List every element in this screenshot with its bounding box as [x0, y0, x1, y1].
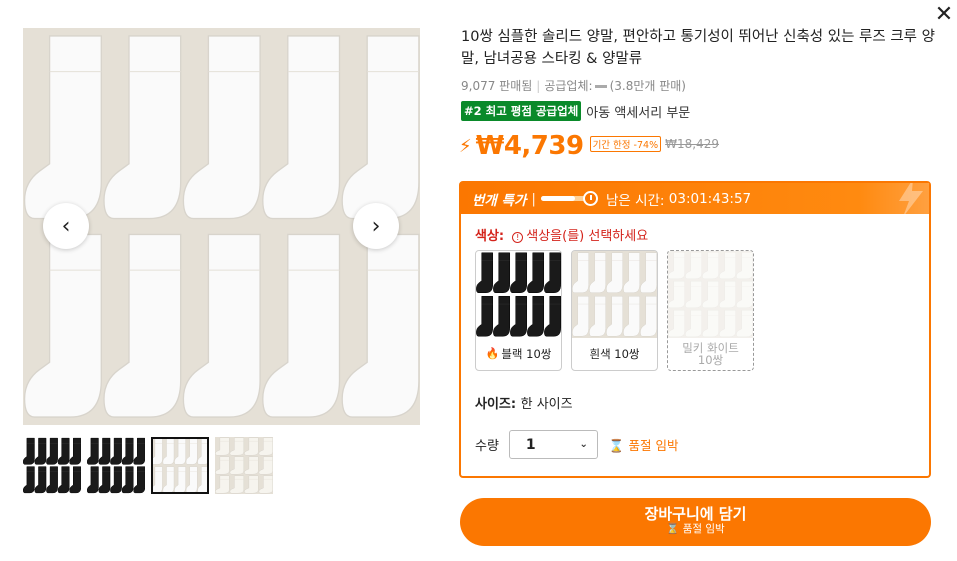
swatch-black[interactable]: 🔥 블랙 10쌍 [475, 250, 562, 371]
color-swatches: 🔥 블랙 10쌍 흰색 10쌍 밀키 화이트 10쌍 [475, 250, 754, 371]
size-row: 사이즈: 한 사이즈 [475, 393, 573, 412]
flash-deal-label: 번개 특가 [472, 192, 527, 209]
chevron-right-icon: › [371, 213, 381, 239]
clock-icon [582, 191, 598, 206]
thumbnail-black-1[interactable] [23, 437, 81, 494]
thumbnail-milky[interactable] [215, 437, 273, 494]
rank-category: 아동 액세서리 부문 [586, 105, 691, 121]
thumbnail-white[interactable] [151, 437, 209, 494]
supplier-name[interactable] [594, 85, 607, 88]
rank-badge: #2 최고 평점 공급업체 [461, 101, 582, 121]
remaining-time: 03:01:43:57 [668, 190, 752, 207]
flash-progress-bar [540, 196, 587, 201]
discount-tag: 기간 한정 -74% [589, 136, 662, 152]
product-title: 10쌍 심플한 솔리드 양말, 편안하고 통기성이 뛰어난 신축성 있는 루즈 … [461, 29, 935, 67]
prev-image-button[interactable]: ‹ [43, 203, 89, 249]
swatch-label-text: 밀키 화이트 10쌍 [682, 341, 739, 367]
swatch-milky-white[interactable]: 밀키 화이트 10쌍 [667, 250, 754, 371]
swatch-label: 밀키 화이트 10쌍 [668, 338, 753, 370]
fire-icon: 🔥 [485, 347, 500, 360]
lightning-deco-icon [899, 183, 923, 214]
sale-price: ₩4,739 [475, 131, 584, 161]
swatch-label: 🔥 블랙 10쌍 [476, 338, 561, 370]
swatch-label-text: 흰색 10쌍 [589, 347, 640, 361]
size-label: 사이즈: [475, 397, 517, 412]
chevron-left-icon: ‹ [61, 213, 71, 239]
add-to-cart-sub-text: 품절 임박 [682, 523, 725, 535]
quantity-label: 수량 [475, 439, 499, 454]
add-to-cart-button[interactable]: 장바구니에 담기 ⌛ 품절 임박 [460, 498, 931, 546]
chevron-down-icon: ⌄ [579, 439, 588, 450]
supplier-prefix: 공급업체: [544, 79, 593, 93]
next-image-button[interactable]: › [353, 203, 399, 249]
add-to-cart-label: 장바구니에 담기 [644, 505, 747, 523]
flash-progress-fill [540, 196, 576, 201]
color-label: 색상: [475, 229, 505, 244]
price-row: ⚡ ₩4,739 기간 한정 -74% ₩18,429 [459, 131, 719, 161]
close-icon[interactable]: ✕ [933, 4, 955, 26]
swatch-image [572, 251, 657, 338]
flash-deal-header: 번개 특가 | 남은 시간: 03:01:43:57 [461, 183, 929, 214]
supplier-sales: (3.8만개 판매) [609, 79, 686, 93]
thumbnail-strip [23, 437, 273, 494]
swatch-label: 흰색 10쌍 [572, 338, 657, 370]
color-warning-text: 색상을(를) 선택하세요 [526, 229, 649, 244]
sales-meta: 9,077 판매됨 | 공급업체: (3.8만개 판매) [461, 79, 686, 93]
warning-icon: ! [512, 232, 524, 243]
sold-count: 9,077 판매됨 [461, 79, 533, 93]
hourglass-icon: ⌛ [608, 438, 625, 453]
swatch-image [668, 251, 753, 338]
quantity-row: 수량 1 ⌄ ⌛ 품절 임박 [475, 430, 678, 459]
swatch-image [476, 251, 561, 338]
quantity-value: 1 [525, 436, 536, 453]
lightning-icon: ⚡ [459, 136, 472, 157]
quantity-select[interactable]: 1 ⌄ [508, 430, 598, 459]
swatch-label-text: 블랙 10쌍 [501, 347, 552, 361]
hourglass-icon: ⌛ [666, 523, 680, 535]
swatch-white[interactable]: 흰색 10쌍 [571, 250, 658, 371]
color-warning: ! 색상을(를) 선택하세요 [512, 229, 648, 244]
original-price: ₩18,429 [665, 137, 719, 151]
color-label-row: 색상: ! 색상을(를) 선택하세요 [475, 225, 648, 244]
remaining-prefix: 남은 시간: [605, 192, 665, 209]
flash-deal-panel: 번개 특가 | 남은 시간: 03:01:43:57 색상: ! 색상을(를) 선… [459, 181, 931, 478]
size-value: 한 사이즈 [520, 397, 573, 412]
flash-divider: | [531, 190, 536, 207]
rank-row: #2 최고 평점 공급업체 아동 액세서리 부문 [461, 101, 690, 121]
thumbnail-black-2[interactable] [87, 437, 145, 494]
low-stock-text: 품절 임박 [628, 438, 679, 453]
low-stock-notice: ⌛ 품절 임박 [609, 435, 679, 454]
add-to-cart-sub: ⌛ 품절 임박 [460, 523, 931, 536]
